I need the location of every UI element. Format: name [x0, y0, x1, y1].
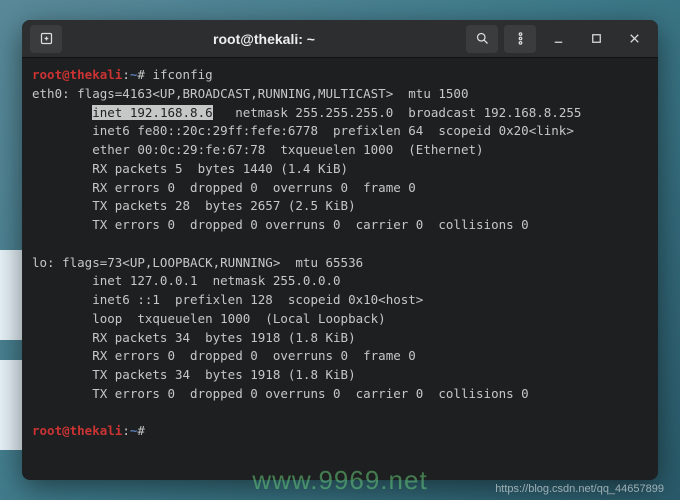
- out-line: inet6 ::1 prefixlen 128 scopeid 0x10<hos…: [32, 292, 423, 307]
- menu-button[interactable]: [504, 25, 536, 53]
- out-line: lo: flags=73<UP,LOOPBACK,RUNNING> mtu 65…: [32, 255, 363, 270]
- new-tab-button[interactable]: [30, 25, 62, 53]
- out-line: RX errors 0 dropped 0 overruns 0 frame 0: [32, 180, 416, 195]
- new-tab-icon: [39, 31, 54, 46]
- search-icon: [475, 31, 490, 46]
- out-line: ether 00:0c:29:fe:67:78 txqueuelen 1000 …: [32, 142, 484, 157]
- minimize-button[interactable]: [542, 25, 574, 53]
- terminal-body[interactable]: root@thekali:~# ifconfig eth0: flags=416…: [22, 58, 658, 480]
- maximize-icon: [589, 31, 604, 46]
- window-title: root@thekali: ~: [68, 31, 460, 47]
- titlebar: root@thekali: ~: [22, 20, 658, 58]
- prompt-sep: :: [122, 67, 130, 82]
- out-line: RX packets 5 bytes 1440 (1.4 KiB): [32, 161, 348, 176]
- out-line: inet6 fe80::20c:29ff:fefe:6778 prefixlen…: [32, 123, 574, 138]
- maximize-button[interactable]: [580, 25, 612, 53]
- prompt-symbol: #: [137, 423, 145, 438]
- out-line: netmask 255.255.255.0 broadcast 192.168.…: [213, 105, 582, 120]
- out-line: inet 127.0.0.1 netmask 255.0.0.0: [32, 273, 341, 288]
- out-line: TX errors 0 dropped 0 overruns 0 carrier…: [32, 386, 529, 401]
- watermark-source: https://blog.csdn.net/qq_44657899: [495, 483, 664, 495]
- minimize-icon: [551, 31, 566, 46]
- prompt-user: root@thekali: [32, 423, 122, 438]
- close-button[interactable]: [618, 25, 650, 53]
- prompt-sep: :: [122, 423, 130, 438]
- out-line: RX errors 0 dropped 0 overruns 0 frame 0: [32, 348, 416, 363]
- out-line: RX packets 34 bytes 1918 (1.8 KiB): [32, 330, 356, 345]
- terminal-window: root@thekali: ~ root@thekali:~# ifconfig…: [22, 20, 658, 480]
- search-button[interactable]: [466, 25, 498, 53]
- kebab-icon: [513, 31, 528, 46]
- out-line: TX packets 34 bytes 1918 (1.8 KiB): [32, 367, 356, 382]
- out-line: TX packets 28 bytes 2657 (2.5 KiB): [32, 198, 356, 213]
- out-line: TX errors 0 dropped 0 overruns 0 carrier…: [32, 217, 529, 232]
- out-line: eth0: flags=4163<UP,BROADCAST,RUNNING,MU…: [32, 86, 469, 101]
- close-icon: [627, 31, 642, 46]
- prompt-symbol: #: [137, 67, 145, 82]
- out-line: loop txqueuelen 1000 (Local Loopback): [32, 311, 386, 326]
- command-text: ifconfig: [152, 67, 212, 82]
- highlighted-ip: inet 192.168.8.6: [92, 105, 212, 120]
- prompt-user: root@thekali: [32, 67, 122, 82]
